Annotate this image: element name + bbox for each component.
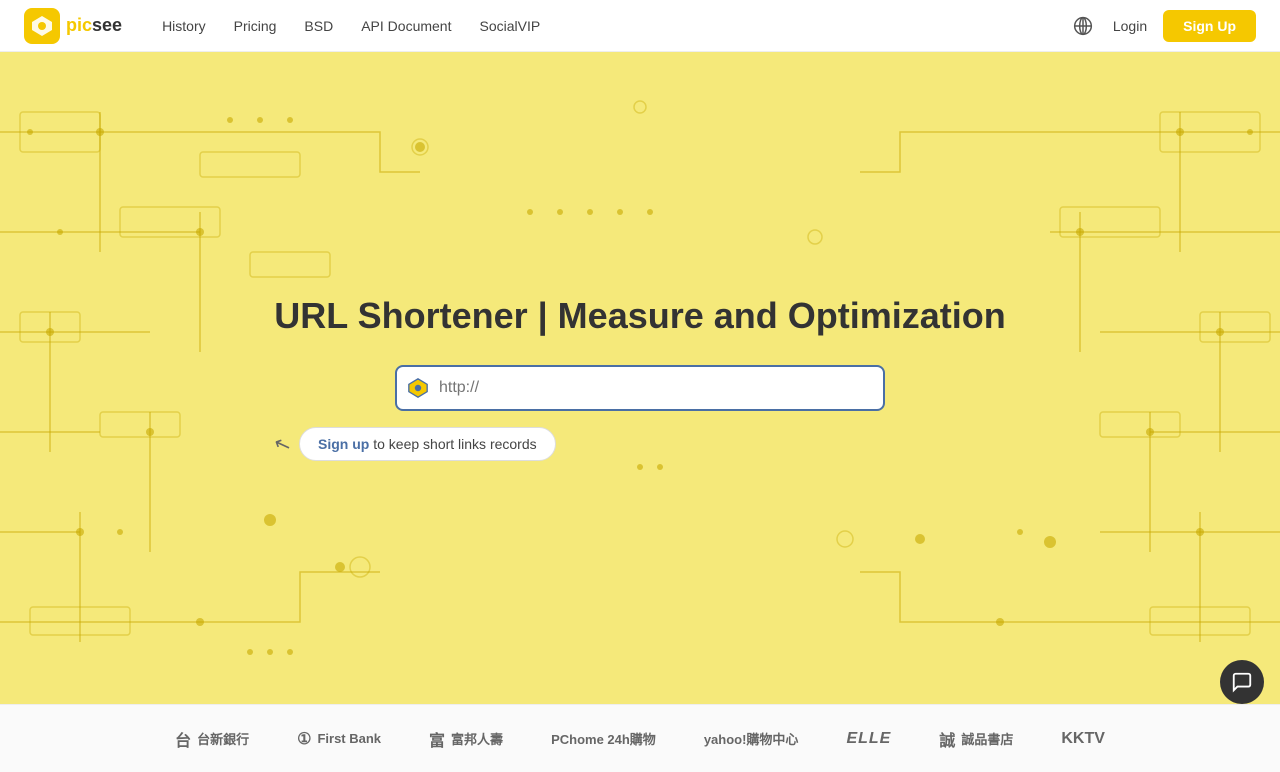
hero-section: .cl { stroke: #c8aa00; stroke-width: 1.5… xyxy=(0,52,1280,704)
footer-logo-firstbank: ① First Bank xyxy=(297,729,381,749)
language-button[interactable] xyxy=(1069,12,1097,40)
footer-logo-yahoo: yahoo!購物中心 xyxy=(704,729,799,748)
hint-text: to keep short links records xyxy=(369,436,536,452)
footer-logo-elle: ELLE xyxy=(846,730,891,748)
url-input-wrapper xyxy=(395,365,885,411)
home-icon xyxy=(407,377,429,399)
footer-logos: 台 台新銀行 ① First Bank 富 富邦人壽 PChome 24h購物 … xyxy=(0,704,1280,772)
nav-bsd[interactable]: BSD xyxy=(304,18,333,34)
footer-logo-kktv: KKTV xyxy=(1061,730,1105,748)
nav-pricing[interactable]: Pricing xyxy=(234,18,277,34)
hero-content: URL Shortener | Measure and Optimization… xyxy=(274,295,1006,461)
nav-links: History Pricing BSD API Document SocialV… xyxy=(162,18,1069,34)
logo-icon xyxy=(24,8,60,44)
url-input[interactable] xyxy=(395,365,885,411)
signup-hint: ↖ Sign up to keep short links records xyxy=(274,427,1006,461)
footer-logo-fubon: 富 富邦人壽 xyxy=(429,727,503,751)
nav-api[interactable]: API Document xyxy=(361,18,451,34)
cursor-icon: ↖ xyxy=(270,429,294,458)
navbar: picsee History Pricing BSD API Document … xyxy=(0,0,1280,52)
nav-socialvip[interactable]: SocialVIP xyxy=(479,18,540,34)
signup-button[interactable]: Sign Up xyxy=(1163,10,1256,42)
nav-history[interactable]: History xyxy=(162,18,206,34)
signup-hint-link[interactable]: Sign up xyxy=(318,436,369,452)
hero-title: URL Shortener | Measure and Optimization xyxy=(274,295,1006,337)
footer-logo-pchome: PChome 24h購物 xyxy=(551,729,656,748)
footer-logo-taishin: 台 台新銀行 xyxy=(175,727,249,751)
chat-button[interactable] xyxy=(1220,660,1264,704)
logo-text: picsee xyxy=(66,15,122,36)
login-button[interactable]: Login xyxy=(1113,18,1147,34)
nav-right: Login Sign Up xyxy=(1069,10,1256,42)
hint-bubble: Sign up to keep short links records xyxy=(299,427,556,461)
logo[interactable]: picsee xyxy=(24,8,122,44)
footer-logo-eslite: 誠 誠品書店 xyxy=(939,727,1013,751)
